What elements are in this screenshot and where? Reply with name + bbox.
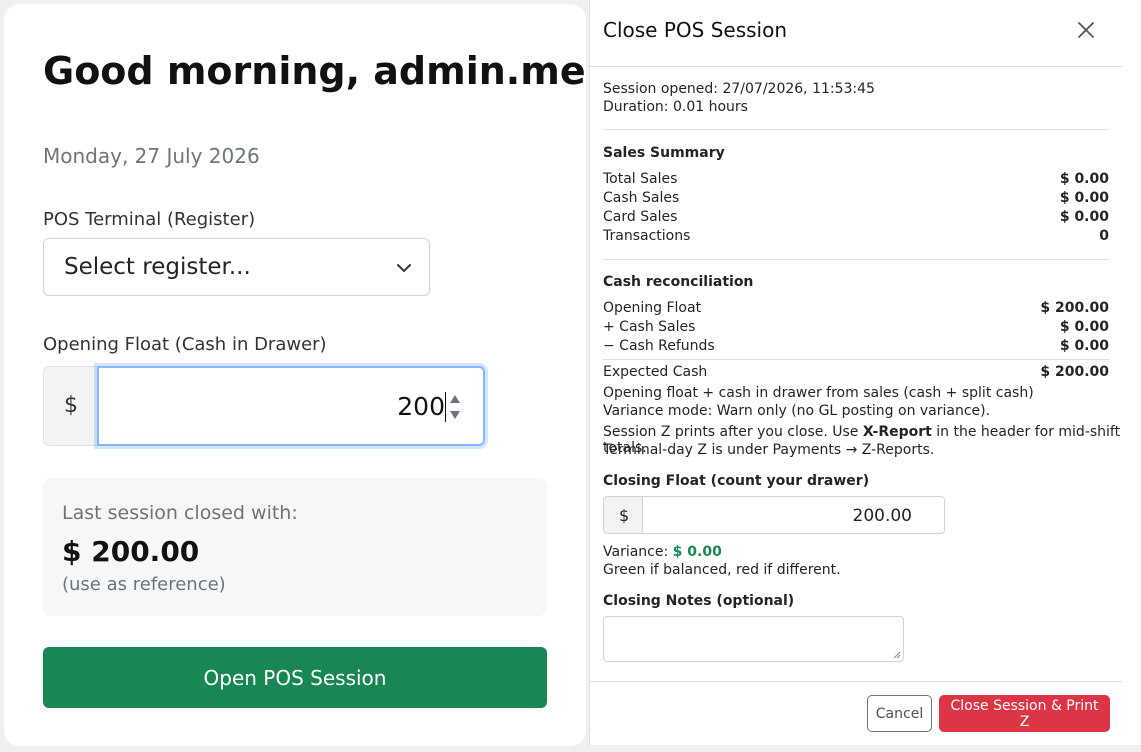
session-z-note-pre: Session Z prints after you close. Use (603, 424, 863, 440)
text-caret (445, 392, 446, 422)
recon-row-cash-sales: + Cash Sales $ 0.00 (603, 319, 1109, 338)
divider (603, 259, 1109, 260)
open-pos-session-button[interactable]: Open POS Session (43, 647, 547, 708)
modal-footer: Cancel Close Session & Print Z (590, 681, 1123, 746)
row-value: $ 0.00 (1059, 190, 1109, 206)
register-select-value: Select register... (64, 254, 251, 280)
row-value: $ 200.00 (1040, 300, 1109, 316)
closing-float-value: 200.00 (852, 506, 912, 526)
row-value: 0 (1099, 228, 1109, 244)
row-label: Expected Cash (603, 364, 708, 380)
current-date: Monday, 27 July 2026 (43, 144, 260, 168)
summary-row-total-sales: Total Sales $ 0.00 (603, 171, 1109, 190)
resize-grip-icon[interactable] (893, 651, 901, 659)
row-value: $ 0.00 (1059, 338, 1109, 354)
summary-row-cash-sales: Cash Sales $ 0.00 (603, 190, 1109, 209)
session-duration: Duration: 0.01 hours (603, 99, 748, 115)
sales-summary-title: Sales Summary (603, 145, 725, 161)
number-spinner-icon[interactable] (449, 392, 461, 422)
chevron-down-icon (397, 264, 411, 272)
currency-prefix: $ (43, 366, 97, 446)
register-select[interactable]: Select register... (43, 238, 430, 296)
greeting-heading: Good morning, admin.meridian@biznsbook.c… (43, 49, 586, 93)
modal-scrollbar[interactable] (1122, 0, 1141, 745)
cancel-button[interactable]: Cancel (867, 695, 932, 732)
currency-prefix: $ (603, 496, 643, 534)
row-label: + Cash Sales (603, 319, 696, 335)
row-value: $ 0.00 (1059, 319, 1109, 335)
close-session-modal: Close POS Session Session opened: 27/07/… (589, 0, 1123, 745)
summary-row-card-sales: Card Sales $ 0.00 (603, 209, 1109, 228)
closing-float-label: Closing Float (count your drawer) (603, 473, 870, 489)
row-value: $ 200.00 (1040, 364, 1109, 380)
opening-float-group: $ 200 (43, 366, 487, 448)
closing-notes-label: Closing Notes (optional) (603, 593, 795, 609)
row-label: − Cash Refunds (603, 338, 715, 354)
variance-line: Variance: $ 0.00 (603, 544, 722, 560)
recon-row-opening-float: Opening Float $ 200.00 (603, 300, 1109, 319)
modal-header: Close POS Session (590, 0, 1123, 67)
opening-float-value: 200 (397, 392, 445, 421)
close-icon[interactable] (1076, 20, 1096, 40)
variance-value: $ 0.00 (672, 544, 722, 560)
closing-notes-textarea[interactable] (603, 616, 904, 662)
divider (603, 359, 1109, 360)
recon-row-cash-refunds: − Cash Refunds $ 0.00 (603, 338, 1109, 357)
row-label: Opening Float (603, 300, 702, 316)
variance-mode-note: Variance mode: Warn only (no GL posting … (603, 403, 991, 419)
last-session-note: (use as reference) (62, 574, 226, 595)
closing-float-group: $ 200.00 (603, 496, 945, 534)
row-label: Card Sales (603, 209, 678, 225)
variance-hint: Green if balanced, red if different. (603, 562, 841, 578)
expected-cash-note: Opening float + cash in drawer from sale… (603, 385, 1034, 401)
row-value: $ 0.00 (1059, 171, 1109, 187)
variance-label: Variance: (603, 544, 673, 560)
currency-symbol: $ (64, 393, 78, 418)
opening-float-input[interactable]: 200 (97, 366, 485, 446)
row-label: Total Sales (603, 171, 678, 187)
terminal-label: POS Terminal (Register) (43, 209, 256, 230)
x-report-mention: X-Report (862, 424, 932, 440)
currency-symbol: $ (619, 506, 630, 525)
last-session-title: Last session closed with: (62, 502, 298, 524)
modal-title: Close POS Session (603, 18, 788, 42)
last-session-amount: $ 200.00 (62, 535, 200, 568)
terminal-day-z-note: Terminal-day Z is under Payments → Z-Rep… (603, 442, 935, 458)
summary-row-transactions: Transactions 0 (603, 228, 1109, 247)
recon-row-expected-cash: Expected Cash $ 200.00 (603, 364, 1109, 383)
opening-float-label: Opening Float (Cash in Drawer) (43, 334, 327, 355)
divider (603, 129, 1109, 130)
row-value: $ 0.00 (1059, 209, 1109, 225)
open-session-card: Good morning, admin.meridian@biznsbook.c… (4, 4, 586, 746)
row-label: Transactions (603, 228, 691, 244)
close-session-print-z-button[interactable]: Close Session & Print Z (939, 695, 1110, 732)
row-label: Cash Sales (603, 190, 680, 206)
session-opened: Session opened: 27/07/2026, 11:53:45 (603, 81, 875, 97)
last-session-box: Last session closed with: $ 200.00 (use … (43, 478, 547, 616)
cash-reconciliation-title: Cash reconciliation (603, 274, 754, 290)
closing-float-input[interactable]: 200.00 (642, 496, 945, 534)
